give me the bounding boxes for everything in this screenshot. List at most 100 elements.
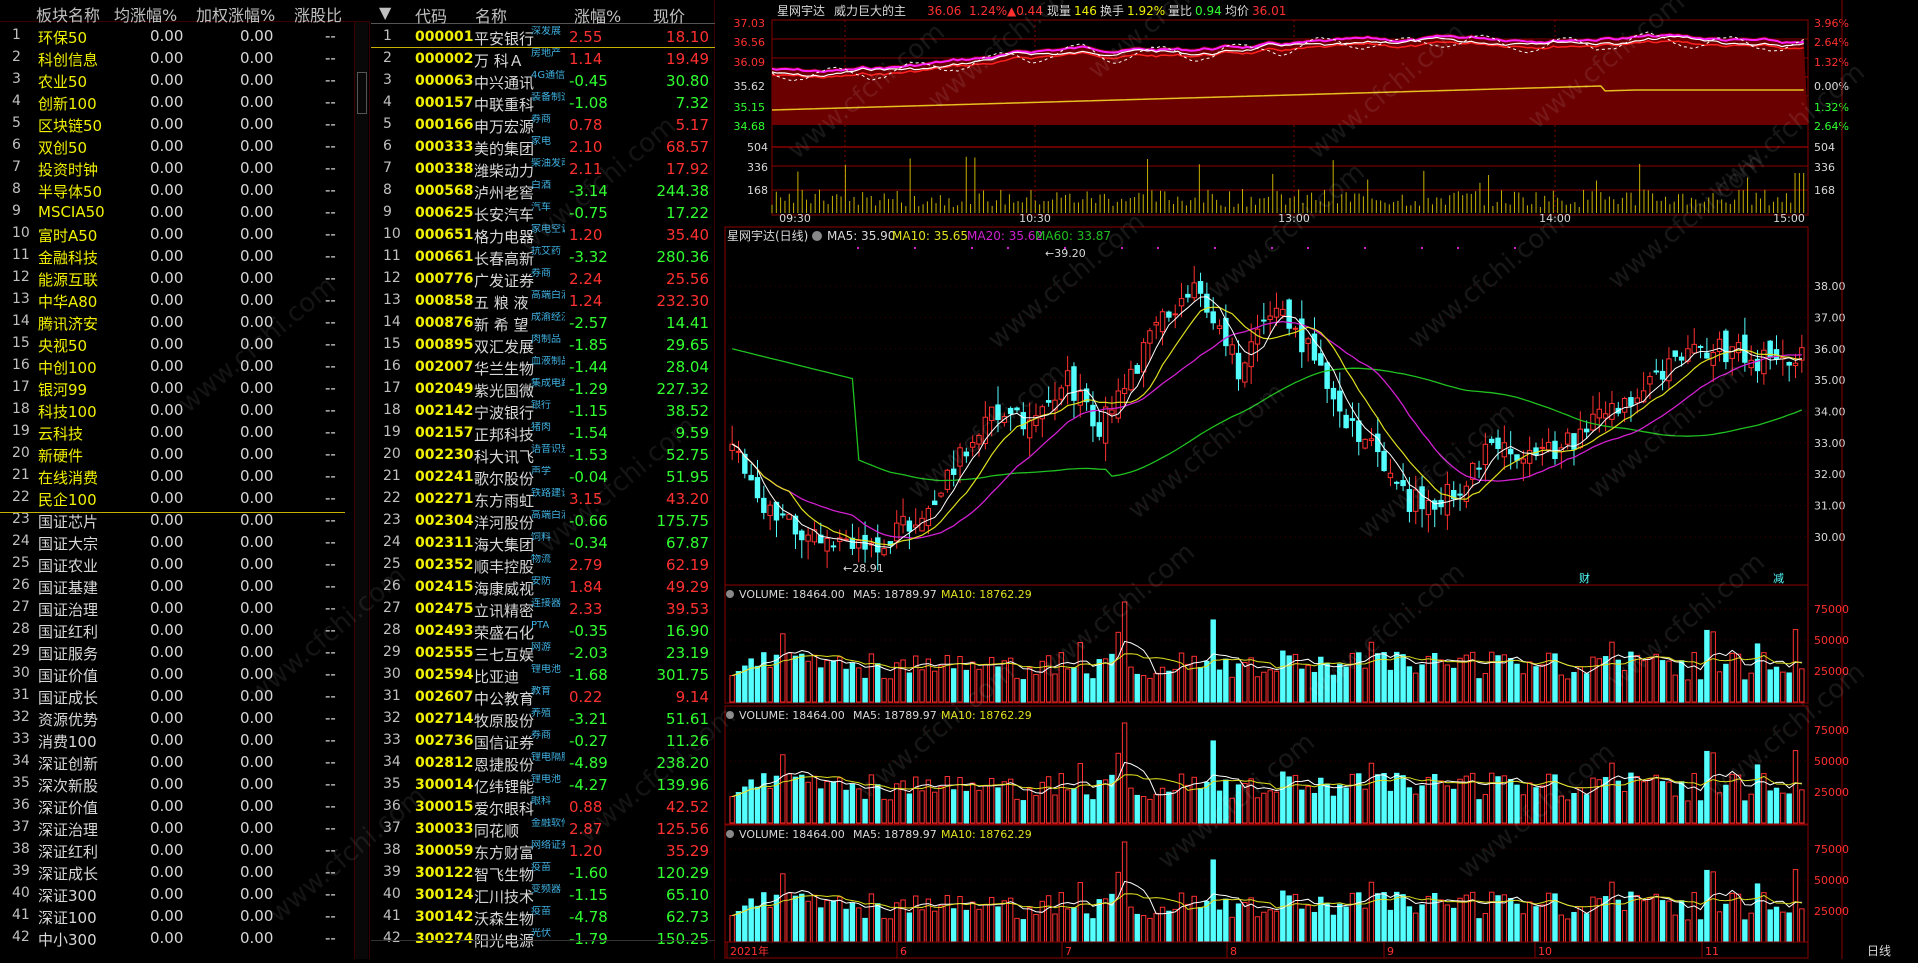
stock-row[interactable]: 19 002157 正邦科技 猪肉 -1.54 9.59 [371, 422, 715, 444]
col-header-rise-ratio[interactable]: 涨股比 [294, 2, 342, 26]
sector-row[interactable]: 37 深证治理 0.00 0.00 -- [0, 817, 345, 839]
stock-row[interactable]: 23 002304洋河股份高端白酒 -0.66 175.75 [371, 510, 715, 532]
sector-row[interactable]: 32 资源优势 0.00 0.00 -- [0, 707, 345, 729]
stock-row[interactable]: 1 000001 平安银行 深发展 2.55 18.10 [371, 26, 715, 48]
stock-row[interactable]: 9 000625 长安汽车 汽车 -0.75 17.22 [371, 202, 715, 224]
stock-row[interactable]: 12 000776 广发证券 券商 2.24 25.56 [371, 268, 715, 290]
sector-row[interactable]: 41 深证100 0.00 0.00 -- [0, 905, 345, 927]
stock-row[interactable]: 37 300033同花顺金融软件 2.87 125.56 [371, 818, 715, 840]
sector-row[interactable]: 12 能源互联 0.00 0.00 -- [0, 267, 345, 289]
sector-row[interactable]: 38 深证红利 0.00 0.00 -- [0, 839, 345, 861]
stock-row[interactable]: 14 000876新 希 望成渝经济 -2.57 14.41 [371, 312, 715, 334]
sector-row[interactable]: 17 银河99 0.00 0.00 -- [0, 377, 345, 399]
stock-row[interactable]: 2 000002 万 科Ａ 房地产 1.14 19.49 [371, 48, 715, 70]
sector-row[interactable]: 21 在线消费 0.00 0.00 -- [0, 465, 345, 487]
sector-row[interactable]: 39 深证成长 0.00 0.00 -- [0, 861, 345, 883]
sector-row[interactable]: 24 国证大宗 0.00 0.00 -- [0, 531, 345, 553]
sector-row[interactable]: 10 富时A50 0.00 0.00 -- [0, 223, 345, 245]
col-header-price[interactable]: 现价 [653, 3, 685, 27]
stock-row[interactable]: 13 000858五 粮 液高端白酒 1.24 232.30 [371, 290, 715, 312]
sector-row[interactable]: 25 国证农业 0.00 0.00 -- [0, 553, 345, 575]
settings-icon[interactable] [812, 231, 822, 241]
sector-row[interactable]: 4 创新100 0.00 0.00 -- [0, 91, 345, 113]
finance-mark[interactable]: 财 [1579, 571, 1590, 585]
sector-row[interactable]: 20 新硬件 0.00 0.00 -- [0, 443, 345, 465]
stock-row[interactable]: 36 300015 爱尔眼科 眼科 0.88 42.52 [371, 796, 715, 818]
sector-row[interactable]: 29 国证服务 0.00 0.00 -- [0, 641, 345, 663]
sector-row[interactable]: 15 央视50 0.00 0.00 -- [0, 333, 345, 355]
col-header-sector[interactable]: 板块名称 [36, 2, 100, 26]
stock-row[interactable]: 6 000333 美的集团 家电 2.10 68.57 [371, 136, 715, 158]
sector-row[interactable]: 26 国证基建 0.00 0.00 -- [0, 575, 345, 597]
sector-row[interactable]: 6 双创50 0.00 0.00 -- [0, 135, 345, 157]
sector-row[interactable]: 33 消费100 0.00 0.00 -- [0, 729, 345, 751]
stock-row[interactable]: 3 000063 中兴通讯 4G通信 -0.45 30.80 [371, 70, 715, 92]
stock-row[interactable]: 27 002475 立讯精密 连接器 2.33 39.53 [371, 598, 715, 620]
stock-row[interactable]: 35 300014 亿纬锂能 锂电池 -4.27 139.96 [371, 774, 715, 796]
sector-row[interactable]: 30 国证价值 0.00 0.00 -- [0, 663, 345, 685]
sector-row[interactable]: 11 金融科技 0.00 0.00 -- [0, 245, 345, 267]
stock-row[interactable]: 11 000661 长春高新 抗艾药 -3.32 280.36 [371, 246, 715, 268]
sector-row[interactable]: 27 国证治理 0.00 0.00 -- [0, 597, 345, 619]
settings-icon[interactable] [726, 590, 734, 598]
sector-scrollbar[interactable] [354, 22, 368, 959]
stock-row[interactable]: 17 002049紫光国微集成电路 -1.29 227.32 [371, 378, 715, 400]
stock-row[interactable]: 38 300059东方财富网络证券 1.20 35.29 [371, 840, 715, 862]
stock-row[interactable]: 8 000568 泸州老窖 白酒 -3.14 244.38 [371, 180, 715, 202]
settings-icon[interactable] [726, 711, 734, 719]
stock-row[interactable]: 18 002142 宁波银行 银行 -1.15 38.52 [371, 400, 715, 422]
col-header-code[interactable]: 代码 [415, 3, 447, 27]
period-label[interactable]: 日线 [1867, 944, 1891, 958]
sector-row[interactable]: 9 MSCIA50 0.00 0.00 -- [0, 201, 345, 223]
stock-row[interactable]: 33 002736 国信证券 券商 -0.27 11.26 [371, 730, 715, 752]
col-header-avg-change[interactable]: 均涨幅% [114, 2, 177, 26]
stock-row[interactable]: 26 002415 海康威视 安防 1.84 49.29 [371, 576, 715, 598]
stock-row[interactable]: 24 002311 海大集团 饲料 -0.34 67.87 [371, 532, 715, 554]
stock-row[interactable]: 41 300142 沃森生物 疫苗 -4.78 62.73 [371, 906, 715, 928]
sector-row[interactable]: 18 科技100 0.00 0.00 -- [0, 399, 345, 421]
sector-row[interactable]: 40 深证300 0.00 0.00 -- [0, 883, 345, 905]
chart-canvas[interactable]: 37.03 36.56 36.09 35.62 35.15 34.68 3.96% 2.64%… [717, 0, 1918, 959]
sector-row[interactable]: 36 深证价值 0.00 0.00 -- [0, 795, 345, 817]
sector-row[interactable]: 7 投资时钟 0.00 0.00 -- [0, 157, 345, 179]
sector-row[interactable]: 19 云科技 0.00 0.00 -- [0, 421, 345, 443]
sector-row[interactable]: 3 农业50 0.00 0.00 -- [0, 69, 345, 91]
col-header-weighted-change[interactable]: 加权涨幅% [196, 2, 275, 26]
reduce-mark[interactable]: 减 [1773, 572, 1784, 585]
sector-row[interactable]: 42 中小300 0.00 0.00 -- [0, 927, 345, 949]
stock-row[interactable]: 16 002007华兰生物血液制品 -1.44 28.04 [371, 356, 715, 378]
stock-row[interactable]: 28 002493 荣盛石化 PTA -0.35 16.90 [371, 620, 715, 642]
col-header-change[interactable]: 涨幅% [574, 3, 621, 27]
sector-row[interactable]: 22 民企100 0.00 0.00 -- [0, 487, 345, 509]
stock-row[interactable]: 31 002607 中公教育 教育 0.22 9.14 [371, 686, 715, 708]
stock-row[interactable]: 32 002714 牧原股份 养殖 -3.21 51.61 [371, 708, 715, 730]
stock-row[interactable]: 29 002555 三七互娱 网游 -2.03 23.19 [371, 642, 715, 664]
stock-row[interactable]: 5 000166 申万宏源 券商 0.78 5.17 [371, 114, 715, 136]
stock-row[interactable]: 40 300124 汇川技术 变频器 -1.15 65.10 [371, 884, 715, 906]
stock-row[interactable]: 22 002271东方雨虹铁路建设 3.15 43.20 [371, 488, 715, 510]
stock-row[interactable]: 34 002812恩捷股份锂电隔膜 -4.89 238.20 [371, 752, 715, 774]
settings-icon[interactable] [726, 830, 734, 838]
stock-row[interactable]: 7 000338潍柴动力柴油发动 2.11 17.92 [371, 158, 715, 180]
menu-arrow-icon[interactable]: ▼ [379, 3, 391, 22]
sector-row[interactable]: 28 国证红利 0.00 0.00 -- [0, 619, 345, 641]
sector-row[interactable]: 34 深证创新 0.00 0.00 -- [0, 751, 345, 773]
stock-row[interactable]: 20 002230科大讯飞语音识别 -1.53 52.75 [371, 444, 715, 466]
stock-row[interactable]: 25 002352 顺丰控股 物流 2.79 62.19 [371, 554, 715, 576]
stock-row[interactable]: 10 000651格力电器家电空调 1.20 35.40 [371, 224, 715, 246]
sector-row[interactable]: 8 半导体50 0.00 0.00 -- [0, 179, 345, 201]
sector-row[interactable]: 2 科创信息 0.00 0.00 -- [0, 47, 345, 69]
sector-row[interactable]: 1 环保50 0.00 0.00 -- [0, 25, 345, 47]
sector-row[interactable]: 14 腾讯济安 0.00 0.00 -- [0, 311, 345, 333]
stock-hscrollbar[interactable] [371, 940, 715, 958]
sector-row[interactable]: 31 国证成长 0.00 0.00 -- [0, 685, 345, 707]
stock-row[interactable]: 15 000895 双汇发展 肉制品 -1.85 29.65 [371, 334, 715, 356]
sector-row[interactable]: 35 深次新股 0.00 0.00 -- [0, 773, 345, 795]
scroll-thumb[interactable] [357, 72, 367, 114]
stock-row[interactable]: 30 002594 比亚迪 锂电池 -1.68 301.75 [371, 664, 715, 686]
stock-row[interactable]: 39 300122 智飞生物 疫苗 -1.60 120.29 [371, 862, 715, 884]
sector-row[interactable]: 5 区块链50 0.00 0.00 -- [0, 113, 345, 135]
sector-row[interactable]: 16 中创100 0.00 0.00 -- [0, 355, 345, 377]
sector-row[interactable]: 13 中华A80 0.00 0.00 -- [0, 289, 345, 311]
stock-row[interactable]: 21 002241 歌尔股份 声学 -0.04 51.95 [371, 466, 715, 488]
